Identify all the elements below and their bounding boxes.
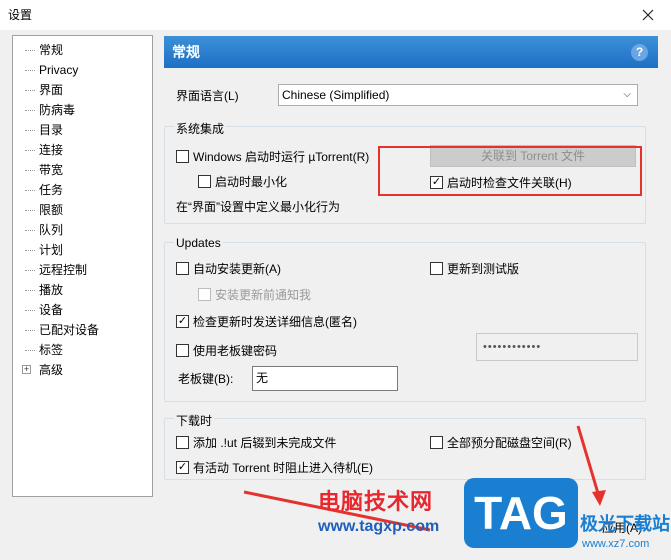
watermark-tag-logo: TAG	[464, 478, 578, 548]
annotation-arrows	[243, 425, 606, 532]
watermark-site: 极光下载站	[580, 514, 670, 534]
arrow-head-icon	[592, 490, 606, 506]
watermark-url: www.tagxp.com	[318, 518, 440, 535]
watermark-site-url: www.xz7.com	[582, 538, 650, 550]
watermark-brand: 电脑技术网	[318, 489, 434, 514]
arrow-to-apply-icon	[576, 425, 602, 501]
